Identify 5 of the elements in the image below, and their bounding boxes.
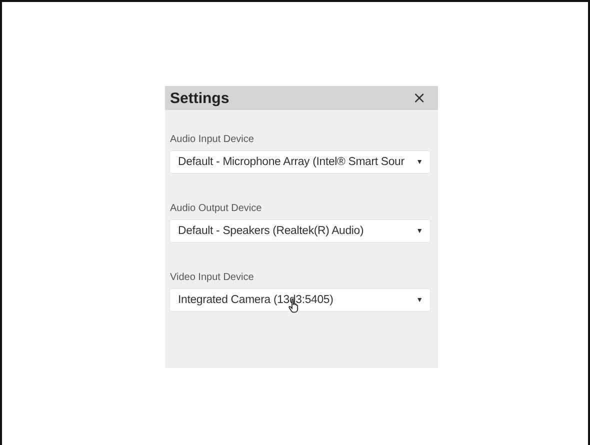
field-label: Audio Output Device: [170, 203, 262, 214]
field-label: Video Input Device: [170, 272, 254, 283]
dialog-title: Settings: [170, 90, 230, 106]
close-button[interactable]: ×: [410, 90, 428, 106]
field-label: Audio Input Device: [170, 134, 254, 145]
